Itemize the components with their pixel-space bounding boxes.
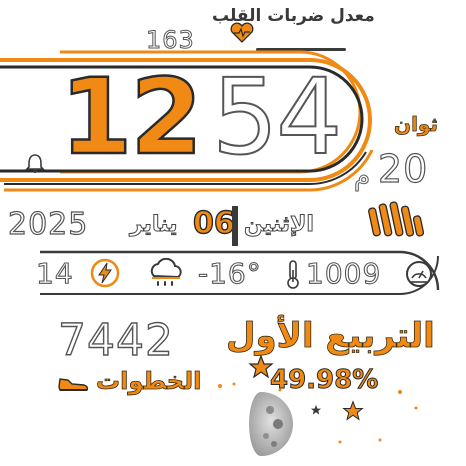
time-minutes: 54 <box>211 56 343 178</box>
bell-icon[interactable] <box>24 152 46 174</box>
date-day: 06 <box>192 205 235 241</box>
lightning-icon <box>90 258 120 288</box>
rain-cloud-icon <box>146 258 186 290</box>
date-month: يناير <box>129 212 178 238</box>
weather-temperature: -16° <box>197 257 262 290</box>
seconds-label: ثوان <box>394 112 439 137</box>
status-bars-icon <box>368 201 425 237</box>
date-weekday: الإثنين <box>244 212 315 238</box>
date-divider <box>232 206 238 246</box>
star-icon <box>248 354 274 379</box>
time-ampm: م <box>353 162 371 193</box>
time-seconds: 20 <box>377 147 429 191</box>
steps-value: 7442 <box>57 315 174 366</box>
pressure-value: 1009 <box>305 257 382 290</box>
time-hours: 12 <box>59 56 204 178</box>
moon-phase-label: التربيع الأول <box>226 316 436 357</box>
steps-label: الخطوات <box>96 367 202 396</box>
moon-icon <box>229 392 293 456</box>
battery-value: 14 <box>35 257 74 290</box>
gauge-icon <box>404 259 434 289</box>
thermometer-icon <box>284 258 302 290</box>
date-year: 2025 <box>7 207 89 242</box>
shoe-icon <box>56 372 90 394</box>
